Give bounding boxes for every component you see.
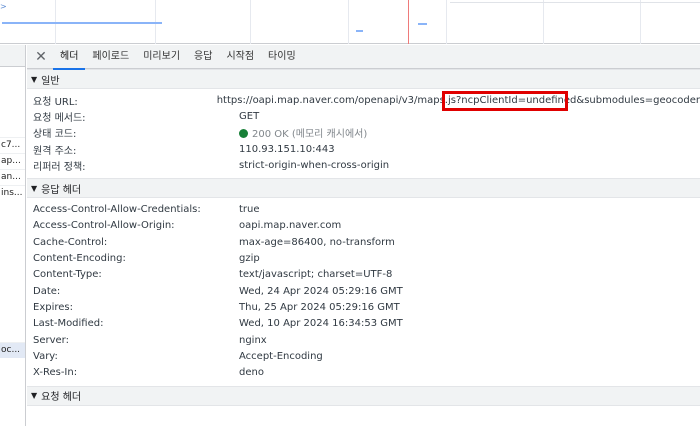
close-icon[interactable]: ✕ xyxy=(33,49,49,65)
section-title: 요청 헤더 xyxy=(41,392,82,404)
request-method-value: GET xyxy=(239,110,260,122)
header-key: Access-Control-Allow-Credentials: xyxy=(33,204,201,216)
tab-payload[interactable]: 페이로드 xyxy=(85,45,136,69)
request-name: ins... xyxy=(1,188,23,198)
collapse-triangle-icon: ▼ xyxy=(31,183,38,193)
timeline-divider xyxy=(450,2,700,3)
tab-preview[interactable]: 미리보기 xyxy=(136,45,187,69)
header-row: Vary: Accept-Encoding xyxy=(27,348,700,364)
header-key: 요청 메서드: xyxy=(33,112,86,124)
timeline-gridline xyxy=(543,0,544,44)
header-key: 원격 주소: xyxy=(33,145,77,157)
header-key: Content-Type: xyxy=(33,269,102,281)
header-value: max-age=86400, no-transform xyxy=(239,236,395,248)
request-row[interactable]: ins... xyxy=(0,185,25,201)
tab-headers[interactable]: 헤더 xyxy=(53,45,86,70)
header-row: 요청 URL: https://oapi.map.naver.com/opena… xyxy=(27,92,700,108)
request-details-panel: ✕ 헤더 페이로드 미리보기 응답 시작점 타이밍 ▼ 일반 요청 URL: h… xyxy=(27,45,700,426)
request-row[interactable]: ap... xyxy=(0,153,25,169)
header-row: Server: nginx xyxy=(27,332,700,348)
header-key: Access-Control-Allow-Origin: xyxy=(33,220,175,232)
header-row: 요청 메서드: GET xyxy=(27,108,700,124)
timeline-gridline xyxy=(640,0,641,44)
header-row: 상태 코드: 200 OK (메모리 캐시에서) xyxy=(27,125,700,141)
details-tab-bar: ✕ 헤더 페이로드 미리보기 응답 시작점 타이밍 xyxy=(27,45,700,70)
response-headers-section: Access-Control-Allow-Credentials: true Ac… xyxy=(27,198,700,385)
network-timeline[interactable]: > xyxy=(0,0,700,44)
header-row: Content-Type: text/javascript; charset=UT… xyxy=(27,267,700,283)
request-list[interactable]: c7... ap... an... ins... oc... xyxy=(0,45,26,426)
header-key: Date: xyxy=(33,285,61,297)
header-value: Thu, 25 Apr 2024 05:29:16 GMT xyxy=(239,301,400,313)
request-row[interactable]: c7... xyxy=(0,137,25,153)
request-list-header xyxy=(0,45,25,67)
header-key: 리퍼러 정책: xyxy=(33,161,86,173)
timeline-request-bar xyxy=(2,22,162,24)
header-key: Server: xyxy=(33,334,69,346)
tab-initiator[interactable]: 시작점 xyxy=(219,45,261,69)
timeline-request-bar xyxy=(356,30,363,32)
highlight-annotation-box xyxy=(442,91,568,111)
tab-response[interactable]: 응답 xyxy=(187,45,219,69)
section-title: 일반 xyxy=(41,75,60,87)
header-key: Expires: xyxy=(33,301,73,313)
general-section-header[interactable]: ▼ 일반 xyxy=(27,69,700,89)
request-name: ap... xyxy=(1,156,21,166)
header-key: Content-Encoding: xyxy=(33,253,126,265)
header-row: Content-Encoding: gzip xyxy=(27,250,700,266)
header-value: text/javascript; charset=UTF-8 xyxy=(239,269,393,281)
request-headers-section-header[interactable]: ▼ 요청 헤더 xyxy=(27,385,700,406)
header-key: Cache-Control: xyxy=(33,236,108,248)
timeline-request-bar xyxy=(418,23,427,25)
header-key: 상태 코드: xyxy=(33,129,77,141)
header-key: Last-Modified: xyxy=(33,318,104,330)
header-value: true xyxy=(239,204,260,216)
header-value: deno xyxy=(239,367,264,379)
header-key: X-Res-In: xyxy=(33,367,78,379)
header-row: X-Res-In: deno xyxy=(27,364,700,380)
general-section: 요청 URL: https://oapi.map.naver.com/opena… xyxy=(27,89,700,178)
remote-address-value: 110.93.151.10:443 xyxy=(239,143,335,155)
header-row: 리퍼러 정책: strict-origin-when-cross-origin xyxy=(27,157,700,173)
timeline-gridline xyxy=(348,0,349,44)
header-row: Access-Control-Allow-Credentials: true xyxy=(27,201,700,217)
request-name: an... xyxy=(1,172,21,182)
request-name: c7... xyxy=(1,140,21,150)
header-key: Vary: xyxy=(33,350,58,362)
header-value: gzip xyxy=(239,253,260,265)
header-row: Date: Wed, 24 Apr 2024 05:29:16 GMT xyxy=(27,283,700,299)
header-value: Wed, 10 Apr 2024 16:34:53 GMT xyxy=(239,318,403,330)
response-headers-section-header[interactable]: ▼ 응답 헤더 xyxy=(27,178,700,199)
header-row: Access-Control-Allow-Origin: oapi.map.nav… xyxy=(27,218,700,234)
timeline-gridline xyxy=(446,0,447,44)
status-text: 200 OK (메모리 캐시에서) xyxy=(252,129,368,141)
timeline-load-marker xyxy=(408,0,409,44)
tab-timing[interactable]: 타이밍 xyxy=(261,45,303,69)
header-row: Last-Modified: Wed, 10 Apr 2024 16:34:53 … xyxy=(27,316,700,332)
section-title: 응답 헤더 xyxy=(41,184,82,196)
status-code-value: 200 OK (메모리 캐시에서) xyxy=(239,125,367,140)
status-ok-icon xyxy=(239,129,248,139)
timeline-caret-icon: > xyxy=(0,2,7,11)
header-value: Wed, 24 Apr 2024 05:29:16 GMT xyxy=(239,285,403,297)
header-value: nginx xyxy=(239,334,267,346)
referrer-policy-value: strict-origin-when-cross-origin xyxy=(239,159,390,171)
request-name: oc... xyxy=(1,345,21,355)
header-row: Expires: Thu, 25 Apr 2024 05:29:16 GMT xyxy=(27,299,700,315)
header-value: oapi.map.naver.com xyxy=(239,220,342,232)
collapse-triangle-icon: ▼ xyxy=(31,391,38,401)
header-row: Cache-Control: max-age=86400, no-transfor… xyxy=(27,234,700,250)
header-row: 원격 주소: 110.93.151.10:443 xyxy=(27,141,700,157)
collapse-triangle-icon: ▼ xyxy=(31,74,38,84)
timeline-gridline xyxy=(250,0,251,44)
header-key: 요청 URL: xyxy=(33,96,78,108)
request-row-selected[interactable]: oc... xyxy=(0,342,25,358)
header-value: Accept-Encoding xyxy=(239,350,323,362)
request-row[interactable]: an... xyxy=(0,169,25,185)
